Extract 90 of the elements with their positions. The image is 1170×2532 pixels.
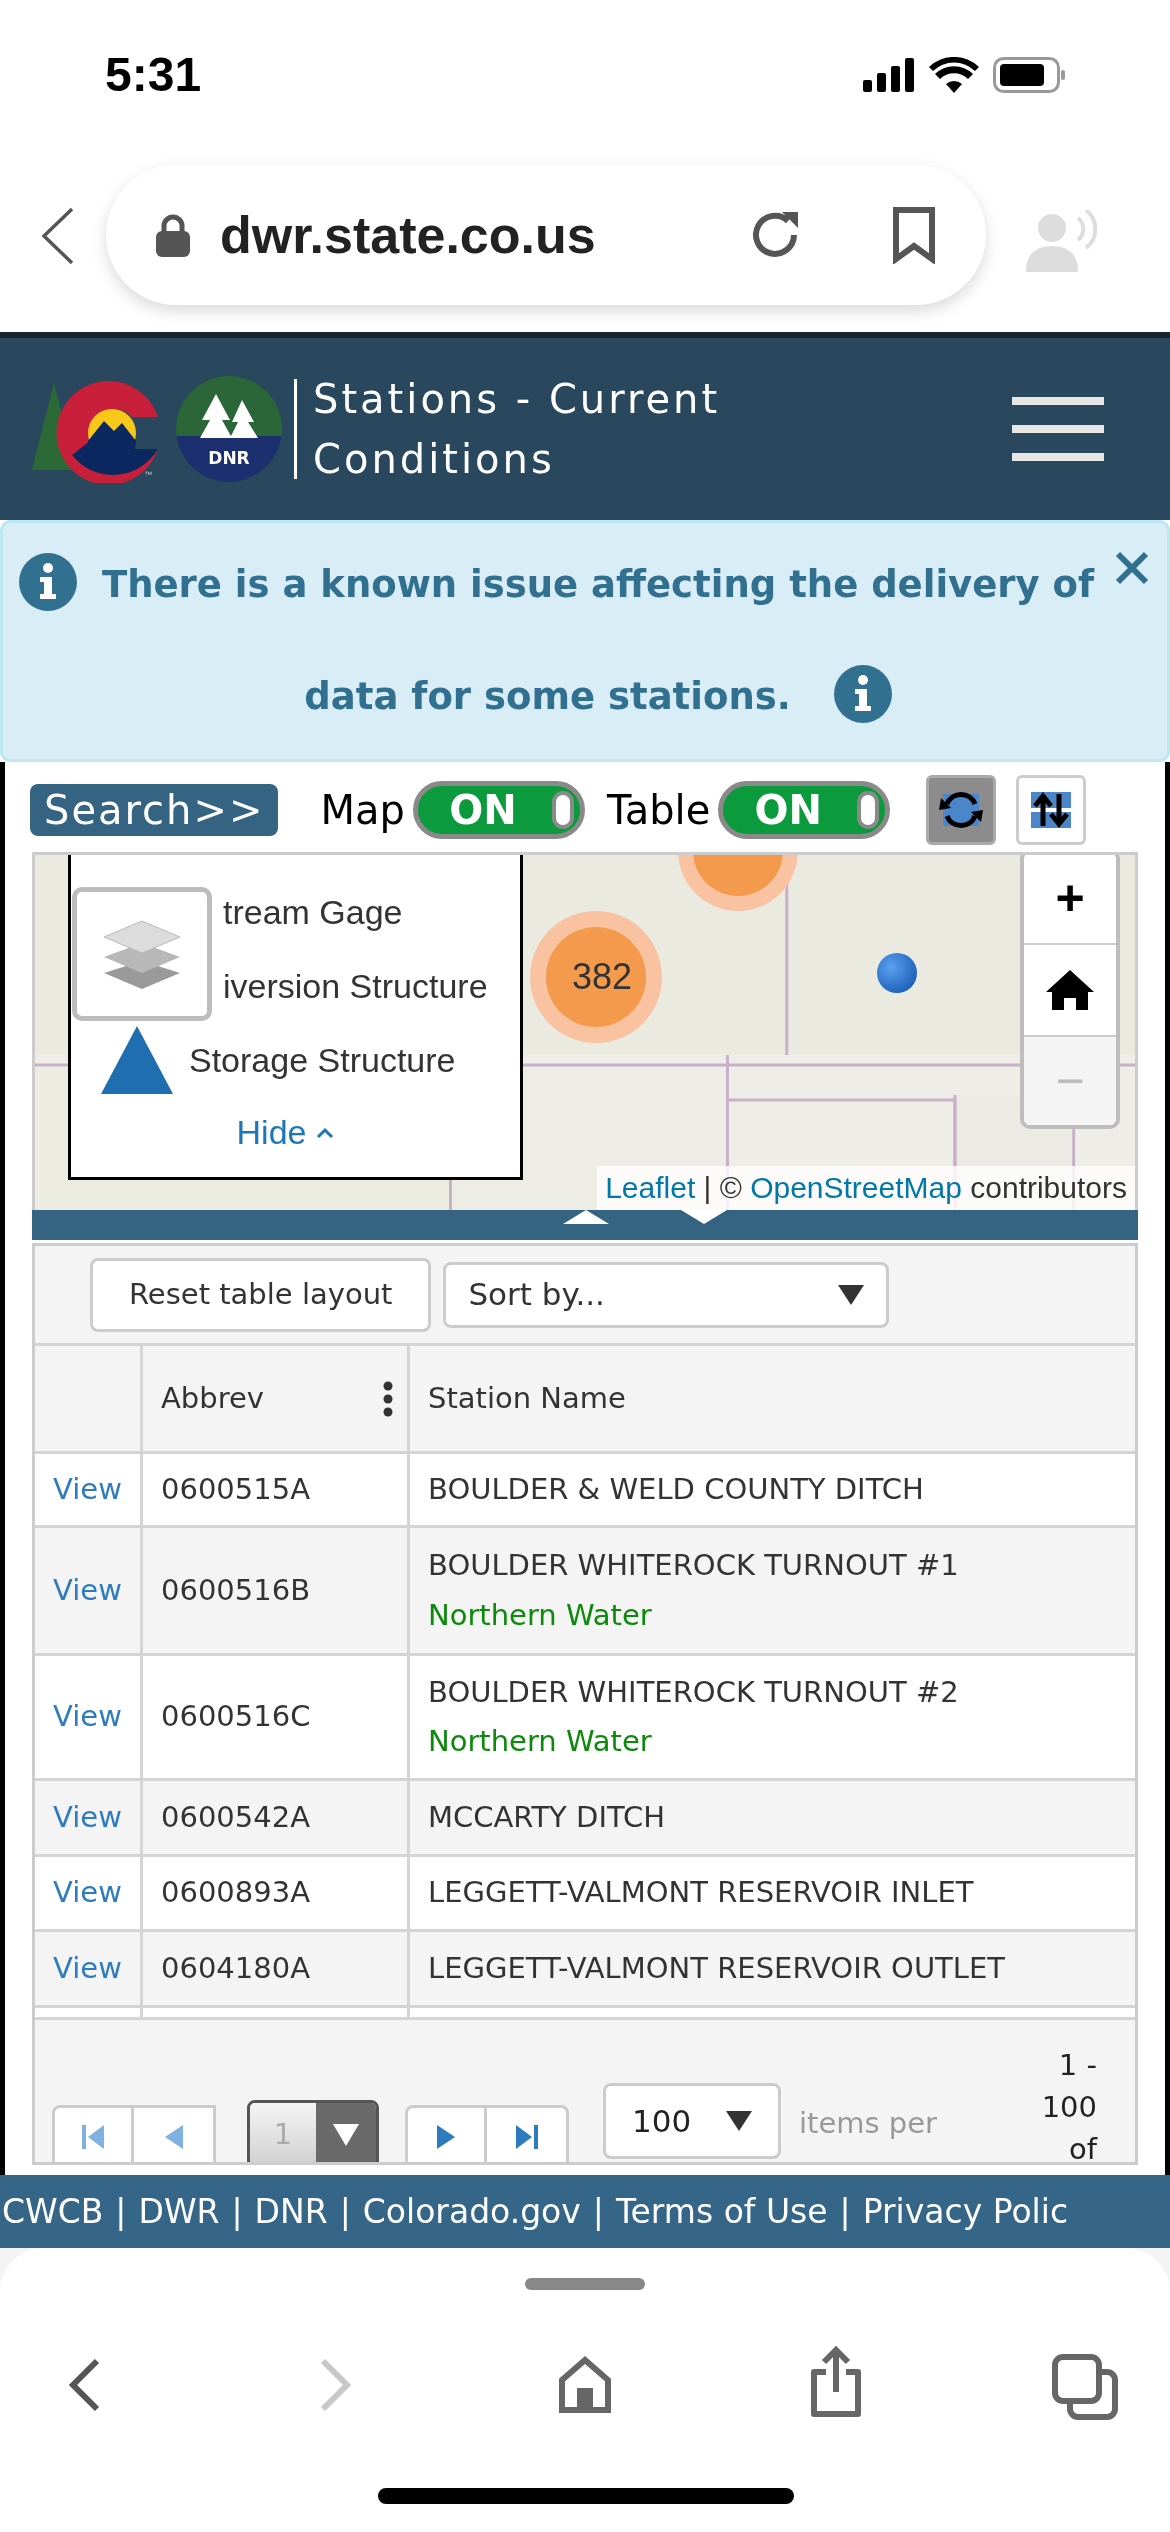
table-cell-text: LEGGETT-VALMONT RESERVOIR OUTLET <box>428 1949 1007 1987</box>
close-icon[interactable] <box>1115 551 1149 585</box>
drag-handle[interactable] <box>525 2278 645 2290</box>
reset-layout-button[interactable]: Reset table layout <box>90 1257 432 1332</box>
link-separator: | <box>839 2190 851 2233</box>
item-range-text: 1 - 100 of <box>1040 2047 1097 2162</box>
dropdown-arrow-icon <box>333 2124 359 2146</box>
hide-link[interactable]: Hide <box>236 1107 335 1158</box>
dnr-logo: DNR <box>176 376 282 482</box>
legend-label: tream Gage <box>223 891 403 933</box>
leaflet-link[interactable]: Leaflet <box>605 1171 696 1204</box>
last-page-icon <box>515 2125 538 2149</box>
page-size-select[interactable]: 100 <box>603 2083 781 2159</box>
table-cell-text: 0604180A <box>161 1949 310 1987</box>
footer-link[interactable]: Terms of Use <box>615 2186 828 2237</box>
info-icon <box>833 664 892 723</box>
refresh-button[interactable] <box>926 775 997 845</box>
view-link[interactable]: View <box>53 1946 122 1991</box>
dropdown-arrow-icon <box>726 2111 752 2131</box>
toggle-label: Map <box>320 786 405 835</box>
next-page-button[interactable] <box>405 2105 487 2162</box>
table-cell-text: BOULDER WHITEROCK TURNOUT #2 <box>428 1673 960 1711</box>
previous-icon <box>164 2125 183 2149</box>
more-icon[interactable] <box>383 1380 393 1417</box>
toggle-switch[interactable]: ON <box>412 781 585 839</box>
triangle-icon <box>99 1024 175 1096</box>
view-link[interactable]: View <box>53 1568 122 1613</box>
zoom-in-button[interactable]: + <box>1024 855 1116 945</box>
view-link[interactable]: View <box>53 1467 122 1512</box>
table-cell-text: LEGGETT-VALMONT RESERVOIR INLET <box>428 1874 975 1912</box>
battery-icon <box>993 57 1065 93</box>
share-icon[interactable] <box>808 2346 864 2418</box>
view-link[interactable]: View <box>53 1795 122 1840</box>
menu-icon[interactable] <box>1012 397 1104 461</box>
link-separator: | <box>592 2190 604 2233</box>
search-button[interactable]: Search>> <box>30 784 279 836</box>
clock-time: 5:31 <box>105 47 202 103</box>
next-icon <box>437 2125 455 2149</box>
first-page-icon <box>82 2125 104 2149</box>
operator-name: Northern Water <box>428 1723 653 1760</box>
table-cell-text: 0600542A <box>161 1798 310 1836</box>
table-cell-text: 0600893A <box>161 1874 310 1912</box>
table-cell-text: BOULDER & WELD COUNTY DITCH <box>428 1470 925 1508</box>
home-icon <box>1046 970 1094 1010</box>
url-text: dwr.state.co.us <box>220 205 597 266</box>
footer-link[interactable]: CWCB <box>2 2186 104 2237</box>
table-cell-text: MCCARTY DITCH <box>428 1798 666 1836</box>
signal-icon <box>863 58 915 92</box>
swap-button[interactable] <box>1016 775 1087 845</box>
up-arrow-icon[interactable] <box>563 1210 609 1224</box>
operator-name: Northern Water <box>428 1596 653 1634</box>
sort-dropdown[interactable]: Sort by... <box>443 1261 890 1328</box>
footer-link[interactable]: Colorado.gov <box>362 2186 581 2237</box>
last-page-button[interactable] <box>487 2105 569 2162</box>
view-link[interactable]: View <box>53 1695 122 1739</box>
link-separator: | <box>231 2190 243 2233</box>
page-title: Stations - Current Conditions <box>313 375 722 484</box>
bookmark-icon[interactable] <box>892 206 936 264</box>
info-icon <box>19 553 77 611</box>
wifi-icon <box>929 57 979 93</box>
column-header[interactable]: Station Name <box>428 1376 626 1421</box>
lock-icon <box>156 213 190 257</box>
table-cell-text: 0600516B <box>161 1571 311 1609</box>
down-arrow-icon[interactable] <box>681 1210 727 1224</box>
openstreetmap-link[interactable]: OpenStreetMap <box>750 1171 962 1204</box>
layers-icon <box>102 917 182 991</box>
link-separator: | <box>115 2190 127 2233</box>
home-icon[interactable] <box>558 2356 612 2414</box>
items-per-label: items per <box>799 2105 938 2142</box>
column-header[interactable]: Abbrev <box>161 1376 264 1421</box>
view-link[interactable]: View <box>53 1871 122 1915</box>
layers-button[interactable] <box>72 887 212 1021</box>
table-cell-text: BOULDER WHITEROCK TURNOUT #1 <box>428 1547 960 1584</box>
tabs-icon[interactable] <box>1052 2354 1118 2420</box>
legend-label: Storage Structure <box>189 1039 456 1081</box>
alert-message: There is a known issue affecting the delivery of data for some stations. <box>91 529 1105 753</box>
legend-label: iversion Structure <box>223 965 488 1007</box>
table-cell-text: 0600515A <box>161 1470 310 1508</box>
toggle-label: Table <box>606 786 711 835</box>
table-cell-text: 0600516C <box>161 1698 311 1736</box>
footer-link[interactable]: DNR <box>254 2186 328 2237</box>
chevron-up-icon <box>316 1126 335 1139</box>
toggle-switch[interactable]: ON <box>718 781 891 839</box>
address-bar[interactable]: dwr.state.co.us <box>106 165 986 305</box>
back-icon[interactable] <box>68 2358 100 2412</box>
back-icon[interactable] <box>40 207 76 265</box>
link-separator: | <box>339 2190 351 2233</box>
footer-link[interactable]: DWR <box>138 2186 220 2237</box>
footer-link[interactable]: Privacy Polic <box>862 2186 1069 2237</box>
dropdown-arrow-icon <box>838 1284 865 1305</box>
